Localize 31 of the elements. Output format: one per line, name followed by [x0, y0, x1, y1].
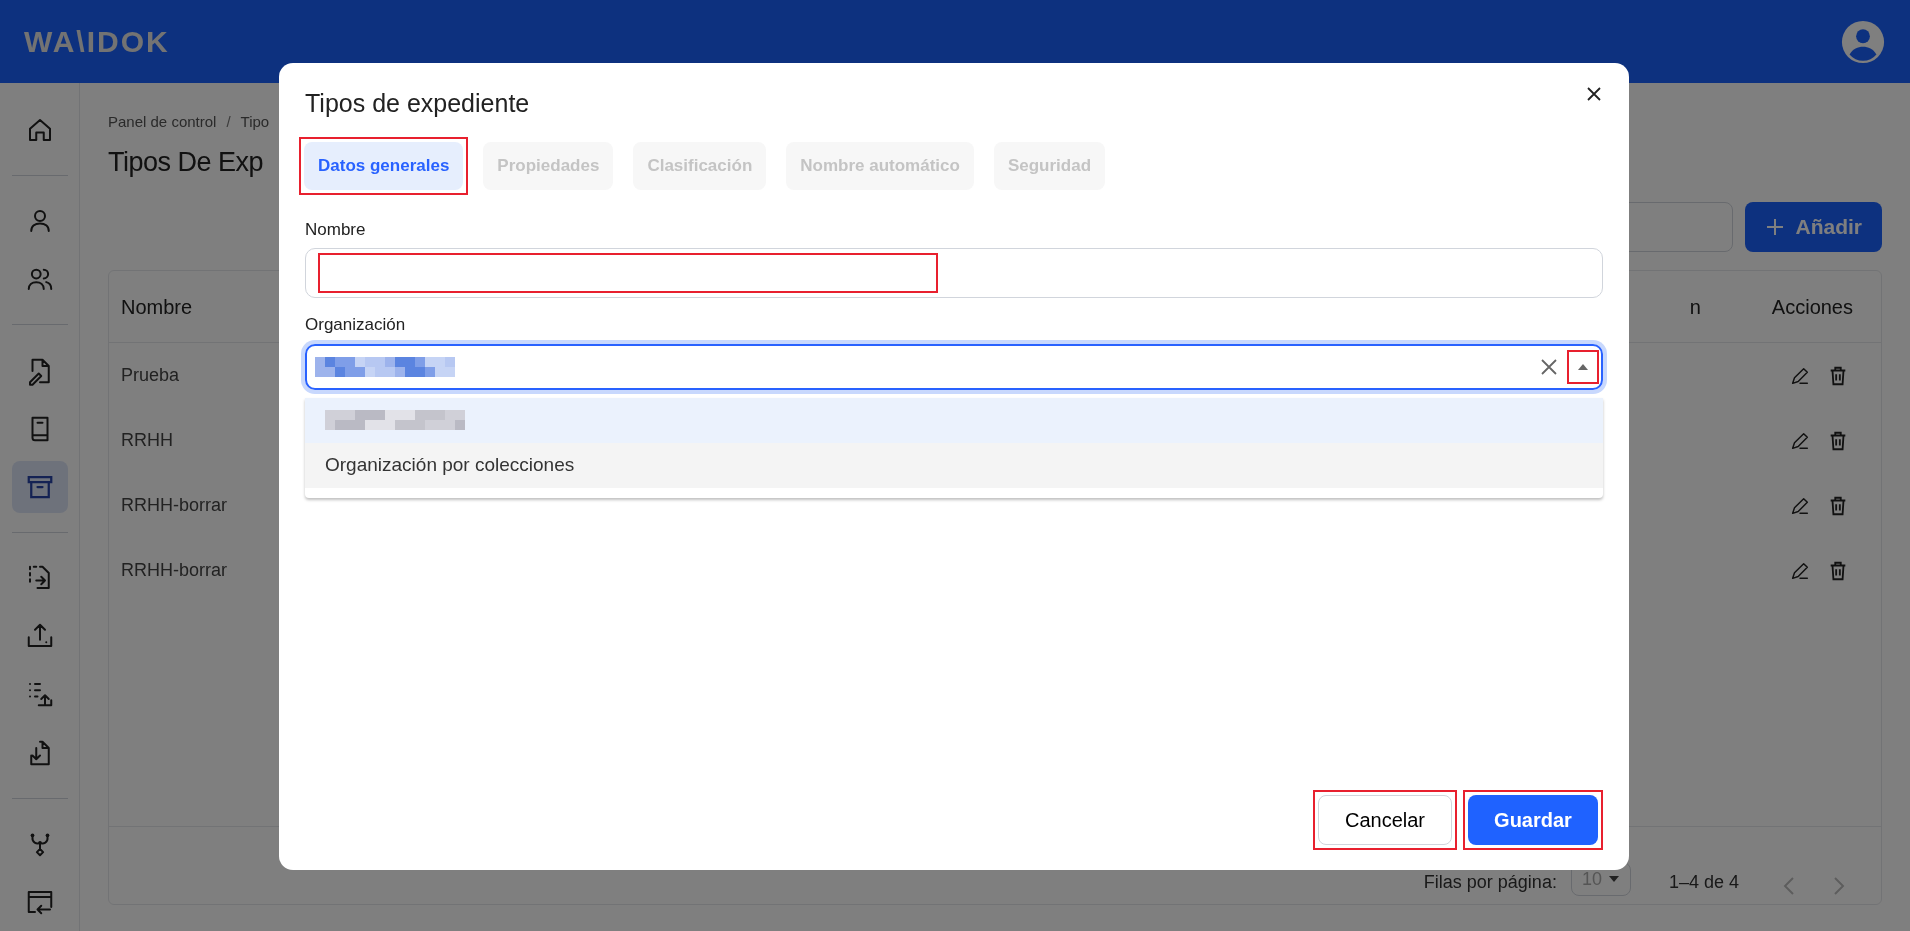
dialog-title: Tipos de expediente — [305, 88, 530, 119]
breadcrumb-link[interactable]: Panel de control — [108, 111, 217, 134]
close-icon[interactable] — [1587, 87, 1601, 101]
pagination-range: 1–4 de 4 — [1668, 871, 1739, 894]
caret-icon — [1577, 362, 1589, 371]
save-button[interactable]: Guardar — [1468, 795, 1598, 845]
dropdown-toggle[interactable] — [1567, 349, 1599, 384]
table-cell-text: RRHH-borrar — [121, 494, 227, 517]
add-button[interactable]: Añadir — [1745, 202, 1882, 252]
caret-icon — [1607, 875, 1620, 883]
tab[interactable]: Datos generales — [304, 141, 464, 190]
table-cell-text: RRHH — [121, 429, 173, 452]
sidebar-item[interactable] — [11, 460, 68, 513]
table-cell-text: RRHH-borrar — [121, 559, 227, 582]
column-header: Acciones — [1771, 294, 1854, 320]
table-cell-text: Prueba — [121, 364, 180, 387]
cancel-button[interactable]: Cancelar — [1318, 795, 1452, 845]
rows-per-page-label: Filas por página: — [1423, 871, 1557, 894]
account-icon[interactable] — [1840, 18, 1886, 65]
column-header: Nombre — [121, 294, 193, 320]
logo[interactable]: WA\IDOK — [24, 19, 170, 64]
plus-icon — [1765, 217, 1786, 237]
clear-icon[interactable] — [1541, 358, 1557, 375]
breadcrumb-link[interactable]: Tipo — [240, 111, 270, 134]
breadcrumb-separator: / — [226, 112, 231, 132]
field-label: Organización — [305, 314, 407, 336]
page-title: Tipos De Exp — [108, 145, 264, 179]
name-field[interactable] — [305, 248, 1603, 298]
column-header: n — [1688, 294, 1702, 320]
field-label: Nombre — [305, 218, 367, 241]
dropdown-option[interactable]: Organización por colecciones — [305, 442, 1603, 488]
